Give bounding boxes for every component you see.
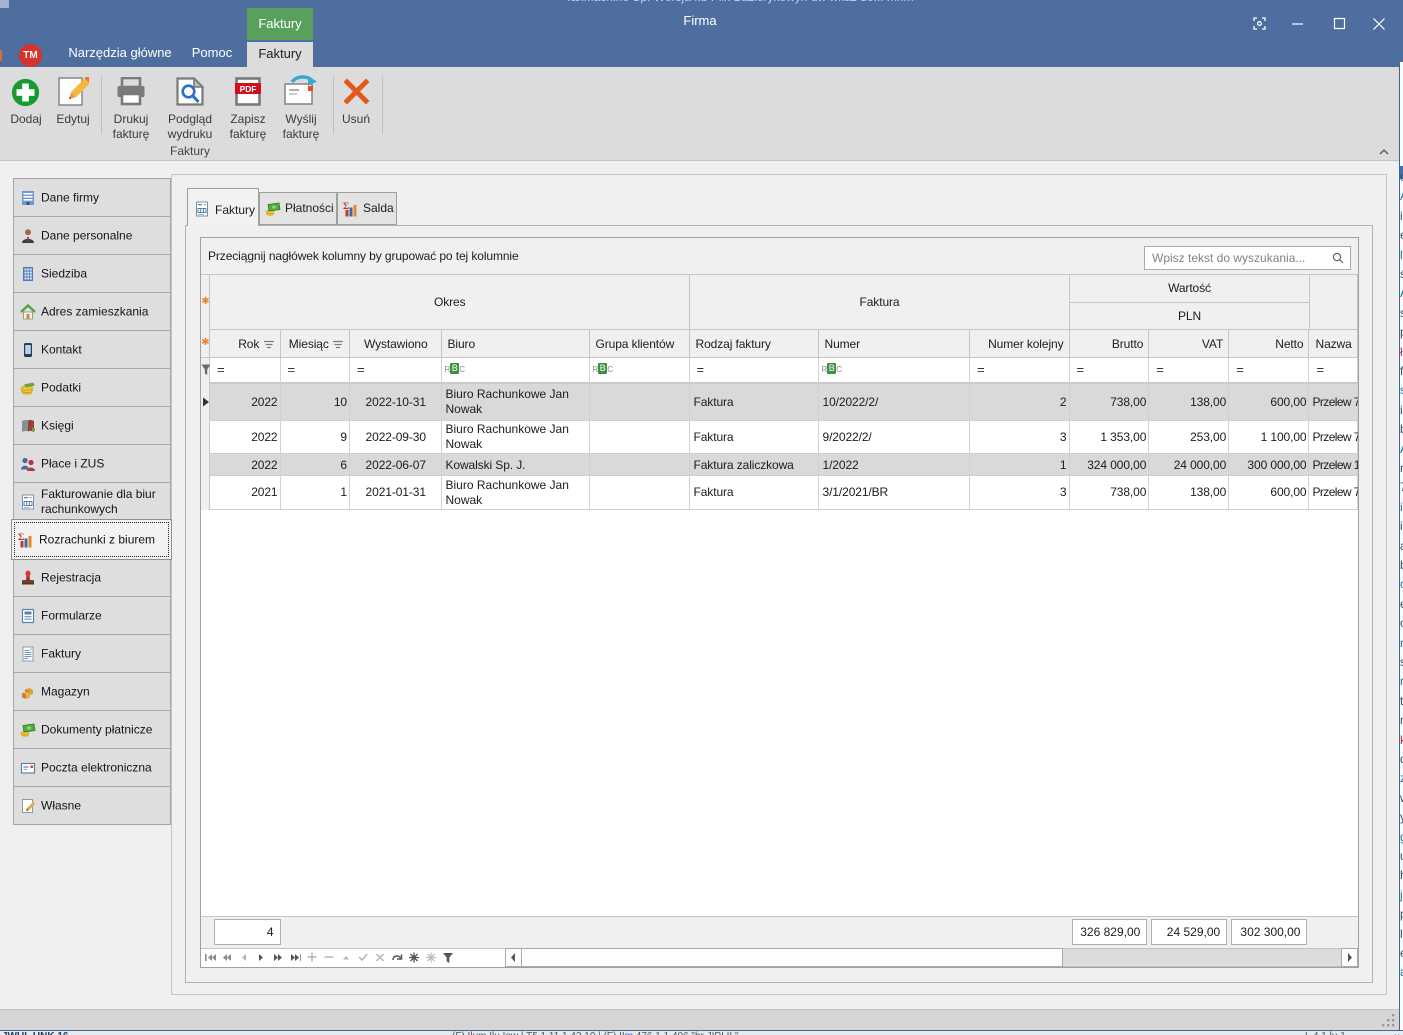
svg-text:PDF: PDF <box>240 84 257 94</box>
